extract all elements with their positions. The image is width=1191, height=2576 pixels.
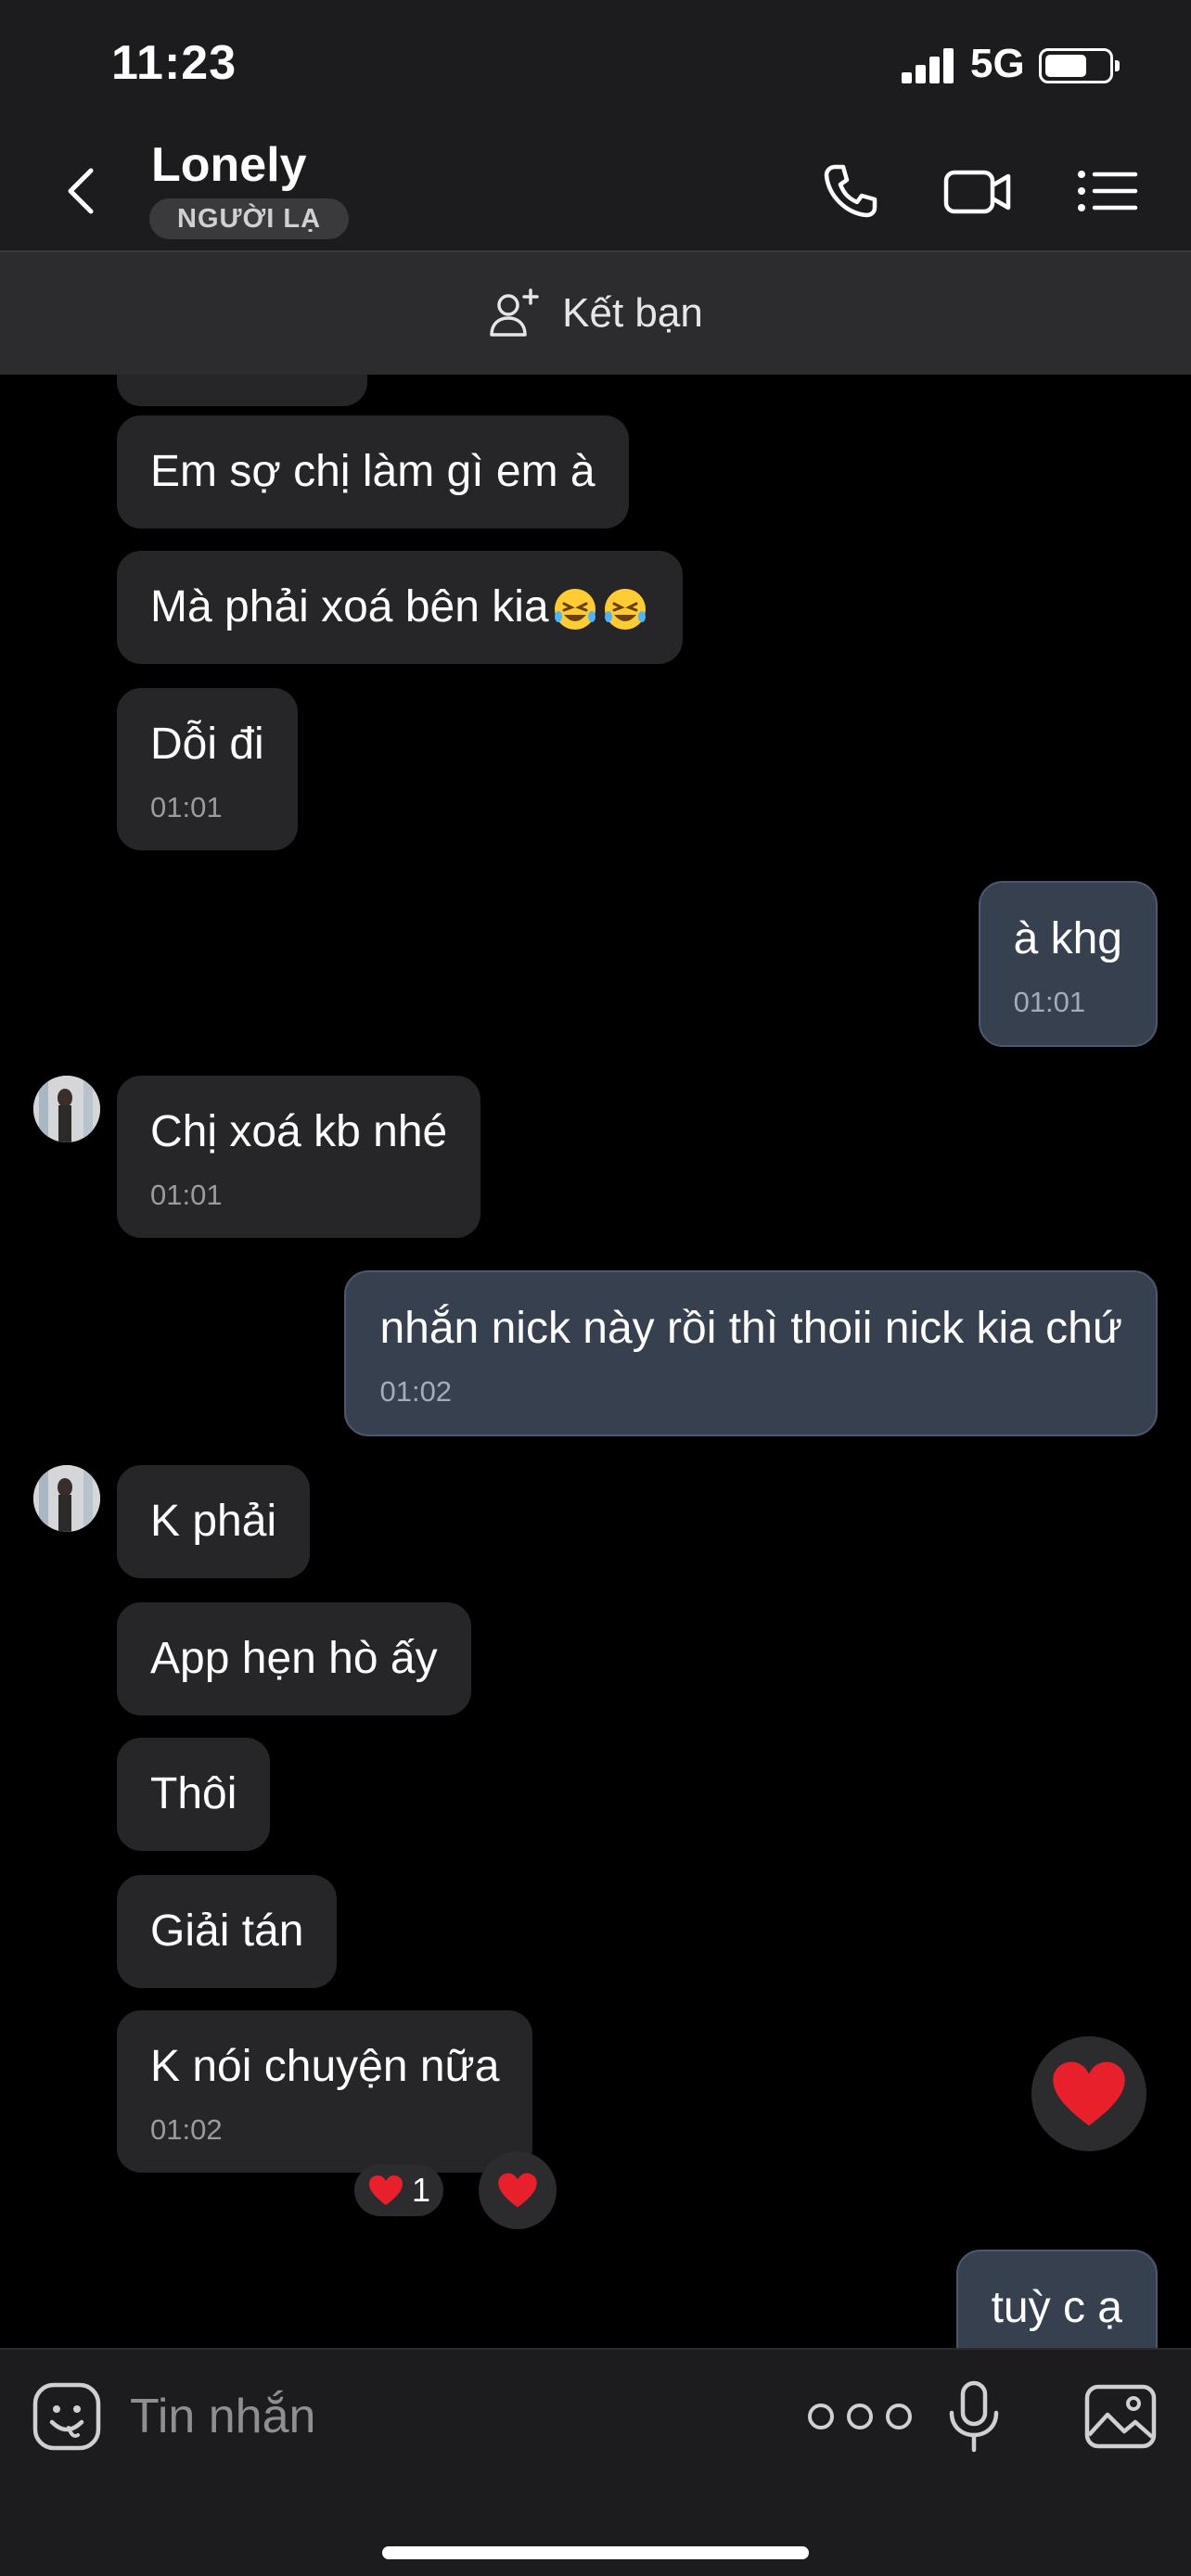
sticker-icon[interactable] xyxy=(32,2381,102,2452)
message-text: Thôi xyxy=(150,1769,237,1818)
message-time: 01:01 xyxy=(150,790,223,823)
message-bubble[interactable]: tuỳ c ạ xyxy=(955,2250,1158,2348)
avatar[interactable] xyxy=(33,1076,100,1142)
message-text: Chị xoá kb nhé xyxy=(150,1107,448,1156)
message-text: App hẹn hò ấy xyxy=(150,1634,438,1683)
chat-header: Lonely NGƯỜI LẠ xyxy=(0,130,1191,252)
react-heart-button[interactable] xyxy=(479,2151,557,2229)
add-user-icon xyxy=(490,288,539,337)
heart-icon xyxy=(1053,2061,1125,2126)
home-indicator xyxy=(382,2546,809,2559)
quick-heart-button[interactable] xyxy=(1031,2036,1146,2151)
message-bubble-partial xyxy=(117,375,367,406)
message-text: Giải tán xyxy=(150,1906,304,1956)
microphone-icon[interactable] xyxy=(944,2379,1004,2454)
status-bar: 11:23 5G xyxy=(0,0,1191,130)
message-text: Mà phải xoá bên kia xyxy=(150,582,549,631)
message-text: tuỳ c ạ xyxy=(991,2283,1122,2332)
message-bubble[interactable]: Giải tán xyxy=(117,1875,338,1988)
reaction-summary[interactable]: 1 xyxy=(354,2164,444,2216)
message-bubble[interactable]: nhắn nick này rồi thì thoii nick kia chứ… xyxy=(344,1270,1158,1436)
message-text: K nói chuyện nữa xyxy=(150,2042,500,2091)
message-time: 01:02 xyxy=(150,2112,223,2146)
avatar[interactable] xyxy=(33,1465,100,1532)
message-text: nhắn nick này rồi thì thoii nick kia chứ xyxy=(379,1304,1122,1353)
battery-icon xyxy=(1039,48,1120,83)
cellular-signal-icon xyxy=(902,48,955,83)
video-icon[interactable] xyxy=(942,156,1013,226)
message-list[interactable]: Em sợ chị làm gì em à Mà phải xoá bên ki… xyxy=(0,375,1191,2348)
heart-icon xyxy=(369,2175,403,2205)
message-bubble[interactable]: Chị xoá kb nhé 01:01 xyxy=(117,1076,481,1238)
message-text: à khg xyxy=(1013,914,1122,963)
message-time: 01:01 xyxy=(1013,985,1086,1018)
stranger-badge: NGƯỜI LẠ xyxy=(149,198,350,239)
reaction-count: 1 xyxy=(412,2171,431,2209)
message-text: Em sợ chị làm gì em à xyxy=(150,447,596,496)
message-text: Dỗi đi xyxy=(150,720,264,769)
back-icon[interactable] xyxy=(48,158,115,224)
more-icon[interactable] xyxy=(798,2387,922,2446)
message-bubble[interactable]: Thôi xyxy=(117,1738,271,1851)
message-bubble[interactable]: K nói chuyện nữa 01:02 xyxy=(117,2010,533,2173)
message-bubble[interactable]: K phải xyxy=(117,1465,311,1578)
message-bubble[interactable]: Dỗi đi 01:01 xyxy=(117,688,298,850)
message-input-bar xyxy=(0,2348,1191,2576)
message-time: 01:01 xyxy=(150,1178,223,1211)
status-time: 11:23 xyxy=(111,36,237,90)
menu-icon[interactable] xyxy=(1072,156,1143,226)
message-bubble[interactable]: Em sợ chị làm gì em à xyxy=(117,415,629,529)
message-bubble[interactable]: App hẹn hò ấy xyxy=(117,1602,471,1715)
add-friend-label: Kết bạn xyxy=(562,290,703,336)
add-friend-button[interactable]: Kết bạn xyxy=(0,252,1191,375)
network-type: 5G xyxy=(970,41,1025,86)
message-text: K phải xyxy=(150,1497,277,1546)
contact-name[interactable]: Lonely xyxy=(151,137,307,193)
message-input[interactable] xyxy=(130,2387,649,2446)
image-icon[interactable] xyxy=(1083,2381,1158,2452)
rofl-emoji xyxy=(604,589,646,631)
rofl-emoji xyxy=(554,589,596,631)
heart-icon xyxy=(498,2173,537,2208)
message-bubble[interactable]: à khg 01:01 xyxy=(978,881,1158,1047)
message-bubble[interactable]: Mà phải xoá bên kia xyxy=(117,551,683,664)
message-time: 01:02 xyxy=(379,1374,453,1408)
phone-icon[interactable] xyxy=(814,156,885,226)
